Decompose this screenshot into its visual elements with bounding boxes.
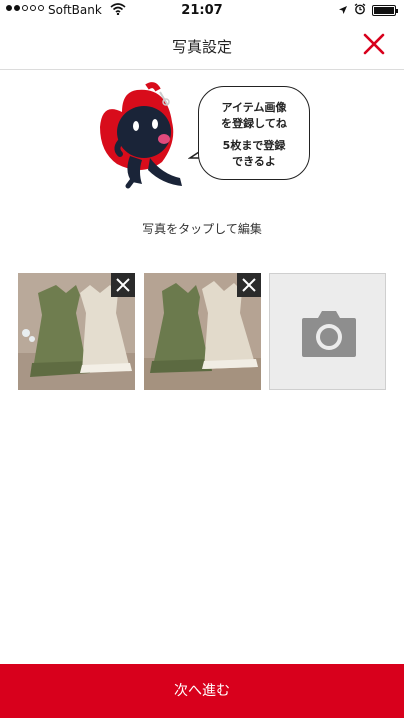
status-bar: SoftBank 21:07 (0, 0, 404, 22)
bubble-text-register: アイテム画像 を登録してね (221, 101, 287, 130)
photo-thumbnail-2[interactable] (144, 273, 261, 390)
next-button[interactable]: 次へ進む (0, 664, 404, 718)
close-icon (116, 278, 130, 292)
alarm-icon (354, 3, 366, 18)
battery-icon (372, 5, 398, 16)
mascot-icon (100, 82, 182, 189)
location-arrow-icon (338, 4, 348, 18)
camera-icon (302, 311, 356, 357)
bubble-text-limit: 5枚まで登録 できるよ (222, 139, 286, 168)
add-photo-button[interactable] (269, 273, 386, 390)
photo-thumbnail-1[interactable] (18, 273, 135, 390)
speech-bubble: アイテム画像 を登録してね 5枚まで登録 できるよ (198, 86, 310, 180)
page-title: 写真設定 (171, 38, 232, 56)
close-icon (242, 278, 256, 292)
edit-hint: 写真をタップして編集 (142, 222, 262, 236)
delete-photo-button[interactable] (237, 273, 261, 297)
close-icon (363, 33, 385, 55)
close-button[interactable] (362, 32, 386, 56)
delete-photo-button[interactable] (111, 273, 135, 297)
navigation-bar: 写真設定 (0, 22, 404, 70)
